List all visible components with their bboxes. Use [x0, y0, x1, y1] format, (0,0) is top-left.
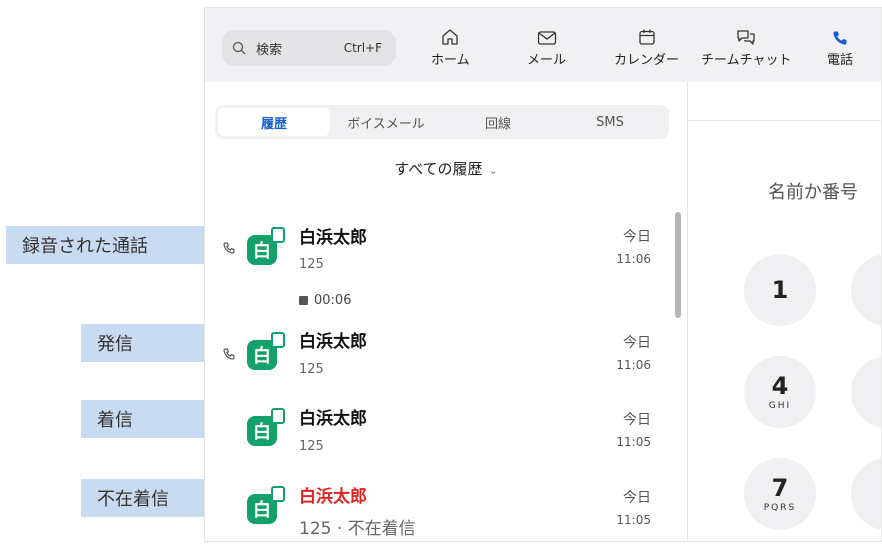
search-box[interactable]: 検索 Ctrl+F	[222, 30, 396, 66]
call-time: 11:06	[616, 252, 651, 266]
annotation-outgoing-call: 発信	[81, 324, 206, 362]
presence-icon	[271, 408, 285, 424]
outgoing-call-icon	[223, 348, 237, 362]
caller-name: 白浜太郎	[299, 228, 367, 248]
phone-icon	[832, 22, 848, 46]
calendar-icon	[638, 22, 656, 46]
caller-name: 白浜太郎	[299, 409, 367, 429]
nav-calendar-label: カレンダー	[614, 53, 680, 68]
call-row[interactable]: 白 白浜太郎 125 今日 11:06	[205, 316, 675, 392]
nav-phone-label: 電話	[827, 53, 854, 68]
top-toolbar: 検索 Ctrl+F ホーム メール カレンダー チームチャット 電話	[205, 8, 881, 83]
nav-phone[interactable]: 電話	[827, 22, 853, 76]
caller-name: 白浜太郎	[299, 332, 367, 352]
dialer-panel: 名前か番号 1 4 GHI 7 PQRS	[688, 82, 881, 541]
tab-sms[interactable]: SMS	[554, 108, 666, 136]
avatar-text: 白	[253, 346, 271, 367]
dial-key-4[interactable]: 4 GHI	[744, 356, 816, 428]
call-day: 今日	[623, 335, 651, 351]
avatar: 白	[247, 486, 285, 524]
dial-key-digit: 4	[771, 372, 789, 400]
caller-name: 白浜太郎	[299, 487, 367, 507]
call-row[interactable]: 白 白浜太郎 125 · 不在着信 今日 11:05	[205, 472, 675, 541]
recording-duration: 00:06	[314, 293, 352, 308]
dial-key-digit: 7	[771, 474, 789, 502]
presence-icon	[271, 486, 285, 502]
call-day: 今日	[623, 490, 651, 506]
call-time: 11:05	[616, 513, 651, 527]
recording-player[interactable]: 00:06	[299, 293, 351, 308]
tab-voicemail[interactable]: ボイスメール	[330, 108, 442, 136]
annotation-missed-call: 不在着信	[81, 479, 206, 517]
tab-lines[interactable]: 回線	[442, 108, 554, 136]
dial-key-letters: GHI	[768, 401, 792, 411]
presence-icon	[271, 332, 285, 348]
nav-mail-label: メール	[527, 53, 567, 68]
nav-home-label: ホーム	[431, 53, 470, 68]
tab-history[interactable]: 履歴	[218, 108, 330, 136]
call-time: 11:06	[616, 358, 651, 372]
history-filter-label: すべての履歴	[394, 160, 483, 178]
annotation-incoming-call: 着信	[81, 400, 206, 438]
home-icon	[441, 22, 459, 46]
dial-key-letters: PQRS	[763, 503, 797, 513]
recorded-call-icon	[223, 242, 237, 256]
call-day: 今日	[623, 229, 651, 245]
dial-key-7[interactable]: 7 PQRS	[744, 458, 816, 530]
call-row[interactable]: 白 白浜太郎 125 今日 11:05	[205, 394, 675, 470]
dial-key-1[interactable]: 1	[744, 254, 816, 326]
caller-number: 125	[299, 257, 324, 272]
avatar-text: 白	[253, 500, 271, 521]
scrollbar[interactable]	[675, 212, 681, 318]
chevron-down-icon: ⌄	[488, 164, 498, 177]
caller-number-missed: 125 · 不在着信	[299, 519, 416, 539]
call-row[interactable]: 白 白浜太郎 125 今日 11:06 00:06	[205, 212, 675, 308]
dialer-input[interactable]: 名前か番号	[768, 178, 858, 204]
chat-icon	[736, 22, 756, 46]
nav-mail[interactable]: メール	[527, 22, 566, 76]
avatar-text: 白	[253, 241, 271, 262]
nav-calendar[interactable]: カレンダー	[614, 22, 679, 76]
avatar: 白	[247, 408, 285, 446]
avatar-text: 白	[253, 422, 271, 443]
nav-team-chat[interactable]: チームチャット	[701, 22, 791, 76]
mail-icon	[537, 22, 557, 46]
history-filter-dropdown[interactable]: すべての履歴 ⌄	[205, 158, 687, 179]
nav-home[interactable]: ホーム	[431, 22, 470, 76]
dial-key-5[interactable]	[851, 356, 881, 428]
caller-number: 125	[299, 362, 324, 377]
history-tabs: 履歴 ボイスメール 回線 SMS	[215, 105, 669, 139]
search-label: 検索	[256, 42, 283, 58]
app-window: 検索 Ctrl+F ホーム メール カレンダー チームチャット 電話 履歴 ボイ…	[204, 7, 882, 542]
avatar: 白	[247, 332, 285, 370]
avatar: 白	[247, 227, 285, 265]
dial-key-8[interactable]	[851, 458, 881, 530]
annotation-recorded-call: 録音された通話	[6, 226, 206, 264]
caller-number: 125	[299, 439, 324, 454]
call-time: 11:05	[616, 435, 651, 449]
recording-play-icon	[299, 296, 308, 305]
call-history-panel: 履歴 ボイスメール 回線 SMS すべての履歴 ⌄ 白 白浜太郎 125 今日 1…	[205, 82, 687, 541]
dialer-separator	[688, 120, 881, 121]
search-icon	[232, 39, 250, 57]
call-day: 今日	[623, 412, 651, 428]
dial-key-digit: 1	[771, 276, 789, 304]
dial-key-2[interactable]	[851, 254, 881, 326]
nav-team-chat-label: チームチャット	[701, 53, 792, 68]
presence-icon	[271, 227, 285, 243]
search-shortcut: Ctrl+F	[343, 41, 382, 55]
